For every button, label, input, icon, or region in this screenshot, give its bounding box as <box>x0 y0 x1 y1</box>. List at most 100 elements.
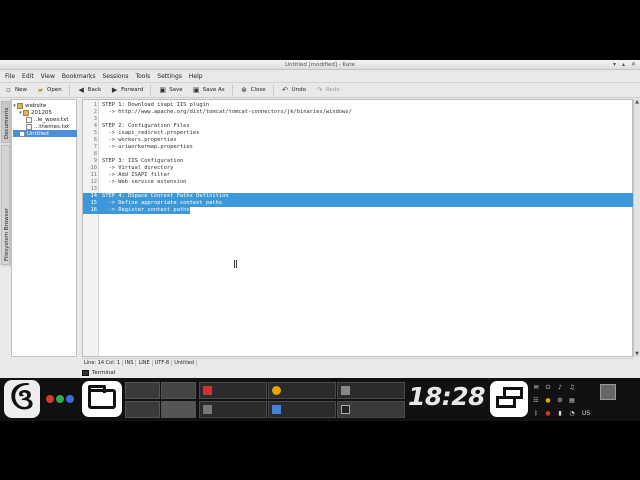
volume-icon[interactable]: ♫ <box>568 384 576 392</box>
menu-edit[interactable]: Edit <box>22 73 34 80</box>
redo-button[interactable]: ↷ Redo <box>313 84 342 96</box>
alert-icon[interactable]: ● <box>544 410 552 418</box>
save-as-label: Save As <box>202 87 225 93</box>
line-number: 11 <box>90 172 98 178</box>
back-label: Back <box>87 87 102 93</box>
menu-bookmarks[interactable]: Bookmarks <box>62 73 96 80</box>
line-text: STEP 1: Download isapi IIS plugin <box>102 102 210 108</box>
new-button[interactable]: ▫ New <box>2 84 29 96</box>
editor-line[interactable]: 14 STEP 4: DSpace Context Paths Definitio… <box>83 193 634 200</box>
taskbar-window[interactable] <box>337 382 405 399</box>
save-as-button[interactable]: ▣ Save As <box>190 84 227 96</box>
red-dot-icon[interactable] <box>46 395 54 403</box>
keyboard-layout[interactable]: US <box>582 410 590 417</box>
menu-help[interactable]: Help <box>189 73 203 80</box>
scroll-up-icon[interactable]: ▲ <box>634 99 640 105</box>
editor-line[interactable]: 8 <box>83 151 634 158</box>
workspace-4[interactable] <box>161 401 196 418</box>
encoding[interactable]: UTF-8 <box>153 359 173 366</box>
bluetooth-icon[interactable]: ᛒ <box>532 410 540 418</box>
line-number: 1 <box>93 102 97 108</box>
wifi-icon[interactable]: ◔ <box>568 410 576 418</box>
wrap-mode[interactable]: LINE <box>136 359 153 366</box>
green-dot-icon[interactable] <box>56 395 64 403</box>
line-text: -> uriworkermap.properties <box>102 144 193 150</box>
editor-line[interactable]: 10 -> Virtual directory <box>83 165 634 172</box>
editor-line[interactable]: 9 STEP 3: IIS Configuration <box>83 158 634 165</box>
maximize-icon[interactable]: ▴ <box>622 61 625 68</box>
tree-file-selected[interactable]: Untitled <box>13 130 77 137</box>
line-number: 16 <box>90 207 98 213</box>
taskbar-window[interactable] <box>268 401 336 418</box>
taskbar-window-active[interactable] <box>337 401 405 418</box>
workspace-2[interactable] <box>161 382 196 399</box>
open-button[interactable]: ▰ Open <box>34 84 64 96</box>
editor-line[interactable]: 2 -> http://www.apache.org/dist/tomcat/t… <box>83 109 634 116</box>
scroll-down-icon[interactable]: ▼ <box>634 351 640 357</box>
text-cursor-icon <box>234 260 237 268</box>
tab-filesystem-browser[interactable]: Filesystem Browser <box>1 145 10 265</box>
forward-button[interactable]: ▶ Forward <box>108 84 145 96</box>
line-text: -> Virtual directory <box>102 165 174 171</box>
vertical-scrollbar[interactable]: ▲ ▼ <box>633 99 640 357</box>
editor-line[interactable]: 1 STEP 1: Download isapi IIS plugin <box>83 102 634 109</box>
text-file-icon <box>26 123 32 130</box>
blue-dot-icon[interactable] <box>66 395 74 403</box>
edit-mode[interactable]: INS <box>123 359 137 366</box>
save-as-disk-icon: ▣ <box>192 85 200 94</box>
text-editor[interactable]: 1 STEP 1: Download isapi IIS plugin 2 -> h… <box>82 99 634 357</box>
desktop-icon[interactable] <box>600 384 616 400</box>
letterbox-bottom <box>0 421 640 480</box>
menu-settings[interactable]: Settings <box>157 73 182 80</box>
taskbar-window[interactable] <box>268 382 336 399</box>
workspace-1[interactable] <box>125 382 160 399</box>
minimize-icon[interactable]: ▾ <box>613 61 616 68</box>
tree-folder-201205[interactable]: ▾ 201205 <box>18 109 52 116</box>
undo-button[interactable]: ↶ Undo <box>279 84 308 96</box>
music-icon[interactable]: ♪ <box>556 384 564 392</box>
editor-line[interactable]: 4 STEP 2: Configuration Files <box>83 123 634 130</box>
side-tab-strip: Documents Filesystem Browser <box>0 99 11 267</box>
taskbar-window[interactable] <box>199 382 267 399</box>
editor-line[interactable]: 6 -> workers.properties <box>83 137 634 144</box>
battery-icon[interactable]: ▮ <box>556 410 564 418</box>
line-text: -> Define appropriate context paths <box>102 200 223 206</box>
title-bar[interactable]: Untitled [modified] - Kate ▾ ▴ ✕ <box>0 60 640 70</box>
system-tray: ✉ ⏻ ♪ ♫ ☷ ● ⚙ ▤ ᛒ ● ▮ ◔ US <box>530 382 600 418</box>
settings-icon[interactable]: ⚙ <box>556 397 564 405</box>
editor-line[interactable]: 12 -> Web service extension <box>83 179 634 186</box>
window-switcher-button[interactable] <box>490 381 528 417</box>
menu-view[interactable]: View <box>41 73 55 80</box>
editor-line[interactable]: 13 <box>83 186 634 193</box>
mail-icon[interactable]: ✉ <box>532 384 540 392</box>
editor-line[interactable]: 5 -> isapi_redirect.properties <box>83 130 634 137</box>
terminal-label: Terminal <box>92 369 116 376</box>
close-window-icon[interactable]: ✕ <box>631 61 636 68</box>
menu-sessions[interactable]: Sessions <box>102 73 128 80</box>
file-manager-button[interactable] <box>82 381 122 417</box>
back-button[interactable]: ◀ Back <box>75 84 103 96</box>
workspace-3[interactable] <box>125 401 160 418</box>
taskbar-window[interactable] <box>199 401 267 418</box>
power-icon[interactable]: ⏻ <box>544 384 552 392</box>
tree-file[interactable]: ...themes.txt <box>26 123 69 130</box>
menu-file[interactable]: File <box>5 73 15 80</box>
terminal-tab[interactable]: Terminal <box>82 367 633 378</box>
menu-tools[interactable]: Tools <box>135 73 150 80</box>
clipboard-icon[interactable]: ▤ <box>568 397 576 405</box>
app-icon <box>341 386 350 395</box>
editor-line[interactable]: 7 -> uriworkermap.properties <box>83 144 634 151</box>
editor-line[interactable]: 15 -> Define appropriate context paths <box>83 200 634 207</box>
clock[interactable]: 18:28 <box>408 382 486 412</box>
chrome-icon[interactable]: ● <box>544 397 552 405</box>
network-icon[interactable]: ☷ <box>532 397 540 405</box>
tree-folder-website[interactable]: ▾ website <box>12 102 46 109</box>
tab-documents[interactable]: Documents <box>1 101 10 143</box>
editor-line[interactable]: 16 -> Register context paths <box>83 207 190 214</box>
editor-line[interactable]: 3 <box>83 116 634 123</box>
tree-file[interactable]: ..le_woes.txt <box>26 116 69 123</box>
close-button[interactable]: ⊗ Close <box>238 84 268 96</box>
gnome-foot-icon[interactable]: ઉ <box>4 380 40 418</box>
editor-line[interactable]: 11 -> Add ISAPI filter <box>83 172 634 179</box>
save-button[interactable]: ▣ Save <box>156 84 185 96</box>
